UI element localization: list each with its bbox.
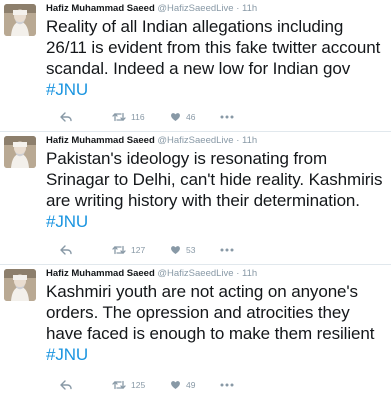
tweet-text-content: Pakistan's ideology is resonating from S… [46,149,383,210]
more-button[interactable] [220,243,234,257]
hashtag-link[interactable]: #JNU [46,345,88,364]
author-handle[interactable]: @HafizSaeedLive [157,3,233,14]
separator-dot: · [236,135,240,146]
separator-dot: · [236,3,240,14]
reply-button[interactable] [60,243,112,257]
avatar[interactable] [4,269,36,301]
more-button[interactable] [220,378,234,392]
tweet-header: Hafiz Muhammad Saeed @HafizSaeedLive · 1… [46,3,385,17]
reply-icon [60,112,72,122]
reply-button[interactable] [60,378,112,392]
reply-icon [60,380,72,390]
tweet-time[interactable]: 11h [242,135,257,146]
author-handle[interactable]: @HafizSaeedLive [157,268,233,279]
more-icon [220,383,234,387]
separator-dot: · [236,268,240,279]
tweet-time[interactable]: 11h [242,268,257,279]
heart-icon [171,113,180,121]
author-name[interactable]: Hafiz Muhammad Saeed [46,3,155,14]
reply-icon [60,245,72,255]
retweet-icon [112,245,126,255]
like-count: 53 [186,245,196,255]
author-name[interactable]: Hafiz Muhammad Saeed [46,268,155,279]
avatar[interactable] [4,4,36,36]
retweet-count: 125 [131,380,146,390]
reply-button[interactable] [60,110,112,124]
more-icon [220,115,234,119]
avatar[interactable] [4,136,36,168]
tweet-text: Pakistan's ideology is resonating from S… [46,148,386,232]
hashtag-link[interactable]: #JNU [46,80,88,99]
heart-icon [171,246,180,254]
retweet-count: 116 [131,112,145,122]
tweet-header: Hafiz Muhammad Saeed @HafizSaeedLive · 1… [46,268,385,282]
tweet[interactable]: Hafiz Muhammad Saeed @HafizSaeedLive · 1… [0,132,391,265]
tweet-time[interactable]: 11h [242,3,257,14]
like-button[interactable]: 46 [170,110,220,124]
more-icon [220,248,234,252]
tweet-actions: 116 46 [60,110,234,124]
tweet-header: Hafiz Muhammad Saeed @HafizSaeedLive · 1… [46,135,385,149]
retweet-button[interactable]: 125 [112,378,170,392]
retweet-icon [112,112,126,122]
retweet-icon [112,380,126,390]
tweet-actions: 127 53 [60,243,234,257]
like-button[interactable]: 53 [170,243,220,257]
tweet-text-content: Reality of all Indian allegations includ… [46,17,381,78]
tweet[interactable]: Hafiz Muhammad Saeed @HafizSaeedLive · 1… [0,0,391,132]
like-button[interactable]: 49 [170,378,220,392]
tweet-timeline: Hafiz Muhammad Saeed @HafizSaeedLive · 1… [0,0,391,400]
hashtag-link[interactable]: #JNU [46,212,88,231]
tweet-text: Reality of all Indian allegations includ… [46,16,386,100]
like-count: 46 [186,112,196,122]
tweet-actions: 125 49 [60,378,234,392]
retweet-count: 127 [131,245,146,255]
more-button[interactable] [220,110,234,124]
retweet-button[interactable]: 127 [112,243,170,257]
tweet-text: Kashmiri youth are not acting on anyone'… [46,281,386,365]
author-handle[interactable]: @HafizSaeedLive [157,135,233,146]
tweet-text-content: Kashmiri youth are not acting on anyone'… [46,282,375,343]
retweet-button[interactable]: 116 [112,110,170,124]
heart-icon [171,381,180,389]
author-name[interactable]: Hafiz Muhammad Saeed [46,135,155,146]
tweet[interactable]: Hafiz Muhammad Saeed @HafizSaeedLive · 1… [0,265,391,400]
like-count: 49 [186,380,196,390]
